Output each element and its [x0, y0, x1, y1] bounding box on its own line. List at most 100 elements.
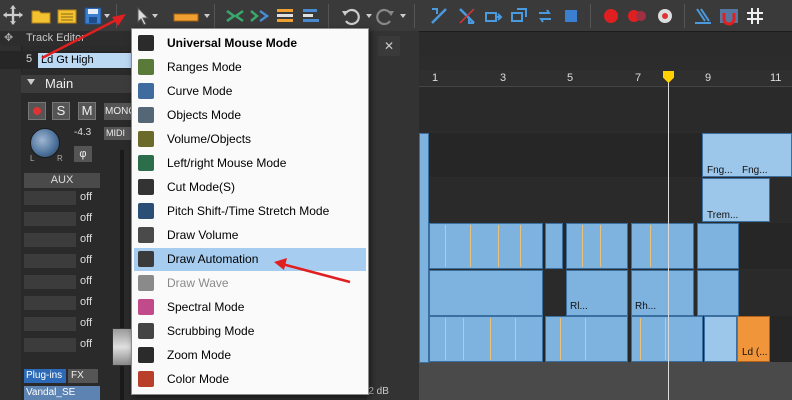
pan-knob[interactable] [30, 128, 60, 158]
menu-item-ranges-mode[interactable]: Ranges Mode [134, 56, 366, 79]
plugins-button[interactable]: Plug-ins [24, 369, 66, 383]
open-folder-icon[interactable] [30, 5, 52, 27]
main-section-header[interactable]: Main [21, 75, 132, 93]
align-icon[interactable] [274, 5, 296, 27]
grid-icon[interactable] [456, 5, 478, 27]
stack-icon[interactable] [300, 5, 322, 27]
range-dropdown-icon[interactable] [204, 14, 210, 18]
aux-send[interactable]: off [24, 337, 100, 353]
volume-objects-icon [138, 131, 154, 147]
project-icon[interactable] [56, 5, 78, 27]
undo-icon[interactable] [340, 5, 362, 27]
mouse-mode-dropdown-icon[interactable] [152, 14, 158, 18]
waveform-marker [520, 225, 521, 267]
fx-button[interactable]: FX [68, 369, 98, 383]
audio-clip[interactable] [429, 223, 543, 269]
draw-automation-icon [138, 251, 154, 267]
audio-clip[interactable] [566, 223, 628, 269]
split-icon[interactable] [224, 5, 246, 27]
menu-item-label: Volume/Objects [167, 132, 252, 146]
magnet-icon[interactable] [718, 5, 740, 27]
menu-item-curve-mode[interactable]: Curve Mode [134, 80, 366, 103]
menu-item-draw-automation[interactable]: Draw Automation [134, 248, 366, 271]
cut-icon [138, 179, 154, 195]
pen-icon[interactable] [692, 5, 714, 27]
move-icon[interactable] [482, 5, 504, 27]
aux-send[interactable]: off [24, 274, 100, 290]
stop-icon[interactable] [560, 5, 582, 27]
audio-clip[interactable] [631, 316, 703, 362]
track-lane[interactable] [419, 87, 792, 131]
redo-dropdown-icon[interactable] [400, 14, 406, 18]
collapse-icon[interactable] [27, 79, 35, 85]
solo-button[interactable]: S [52, 102, 70, 120]
audio-clip[interactable] [631, 223, 694, 269]
menu-item-cut-mode-s[interactable]: Cut Mode(S) [134, 176, 366, 199]
plugin-slot[interactable]: Vandal_SE [24, 386, 100, 400]
audio-clip[interactable] [429, 316, 543, 362]
menu-item-zoom-mode[interactable]: Zoom Mode [134, 344, 366, 367]
copy-icon[interactable] [508, 5, 530, 27]
track-editor-strip [0, 31, 22, 400]
waveform-marker [445, 318, 446, 360]
expand-icon[interactable] [2, 4, 23, 25]
record-arm-button[interactable] [28, 102, 46, 120]
record-icon[interactable] [600, 5, 622, 27]
capture-icon[interactable] [626, 5, 648, 27]
draw-range-icon[interactable] [172, 5, 202, 27]
timeline-ruler[interactable] [419, 70, 792, 87]
settings-icon[interactable] [654, 5, 676, 27]
audio-clip[interactable] [697, 223, 739, 269]
menu-item-volume-objects[interactable]: Volume/Objects [134, 128, 366, 151]
mute-button[interactable]: M [78, 102, 96, 120]
menu-item-objects-mode[interactable]: Objects Mode [134, 104, 366, 127]
menu-item-left-right-mouse-mode[interactable]: Left/right Mouse Mode [134, 152, 366, 175]
loop-icon[interactable] [534, 5, 556, 27]
menu-item-scrubbing-mode[interactable]: Scrubbing Mode [134, 320, 366, 343]
aux-send[interactable]: off [24, 253, 100, 269]
waveform-marker [470, 225, 471, 267]
mouse-mode-icon[interactable] [132, 5, 154, 27]
audio-clip[interactable] [545, 223, 563, 269]
left-right-icon [138, 155, 154, 171]
aux-send[interactable]: off [24, 190, 100, 206]
midi-button[interactable]: MIDI [104, 127, 132, 140]
audio-clip[interactable] [697, 270, 739, 316]
fx-icon[interactable] [248, 5, 270, 27]
menu-item-draw-volume[interactable]: Draw Volume [134, 224, 366, 247]
hash-icon[interactable] [744, 5, 766, 27]
menu-item-pitch-shift-time-stretch-mode[interactable]: Pitch Shift-/Time Stretch Mode [134, 200, 366, 223]
playhead-line[interactable] [668, 78, 669, 400]
pan-right-label: R [57, 154, 63, 163]
audio-clip[interactable] [429, 270, 543, 316]
mono-button[interactable]: MONO [104, 103, 136, 120]
save-icon[interactable] [82, 5, 104, 27]
track-editor-title-bar[interactable]: ✥ Track Editor [0, 31, 132, 46]
aux-send[interactable]: off [24, 295, 100, 311]
audio-clip[interactable] [545, 316, 628, 362]
save-dropdown-icon[interactable] [104, 14, 110, 18]
track-name-field[interactable]: Ld Gt High [38, 53, 133, 68]
move-handle-icon[interactable]: ✥ [4, 31, 13, 46]
aux-send[interactable]: off [24, 316, 100, 332]
menu-item-color-mode[interactable]: Color Mode [134, 368, 366, 391]
ruler-label: 5 [567, 72, 574, 84]
aux-send[interactable]: off [24, 211, 100, 227]
close-tab-icon[interactable]: ✕ [378, 36, 400, 56]
menu-item-label: Ranges Mode [167, 60, 242, 74]
menu-item-label: Spectral Mode [167, 300, 245, 314]
audio-clip[interactable] [419, 133, 429, 363]
menu-item-universal-mouse-mode[interactable]: Universal Mouse Mode [134, 32, 366, 55]
aux-send[interactable]: off [24, 232, 100, 248]
phase-button[interactable]: φ [74, 146, 92, 162]
redo-icon[interactable] [374, 5, 396, 27]
track-lane[interactable] [419, 362, 792, 400]
menu-item-label: Scrubbing Mode [167, 324, 255, 338]
undo-dropdown-icon[interactable] [366, 14, 372, 18]
volume-fader-handle[interactable] [112, 328, 132, 366]
audio-clip[interactable] [704, 316, 737, 362]
ruler-label: 11 [770, 72, 782, 84]
menu-item-spectral-mode[interactable]: Spectral Mode [134, 296, 366, 319]
menu-item-label: Universal Mouse Mode [167, 36, 298, 50]
snap-icon[interactable] [428, 5, 450, 27]
